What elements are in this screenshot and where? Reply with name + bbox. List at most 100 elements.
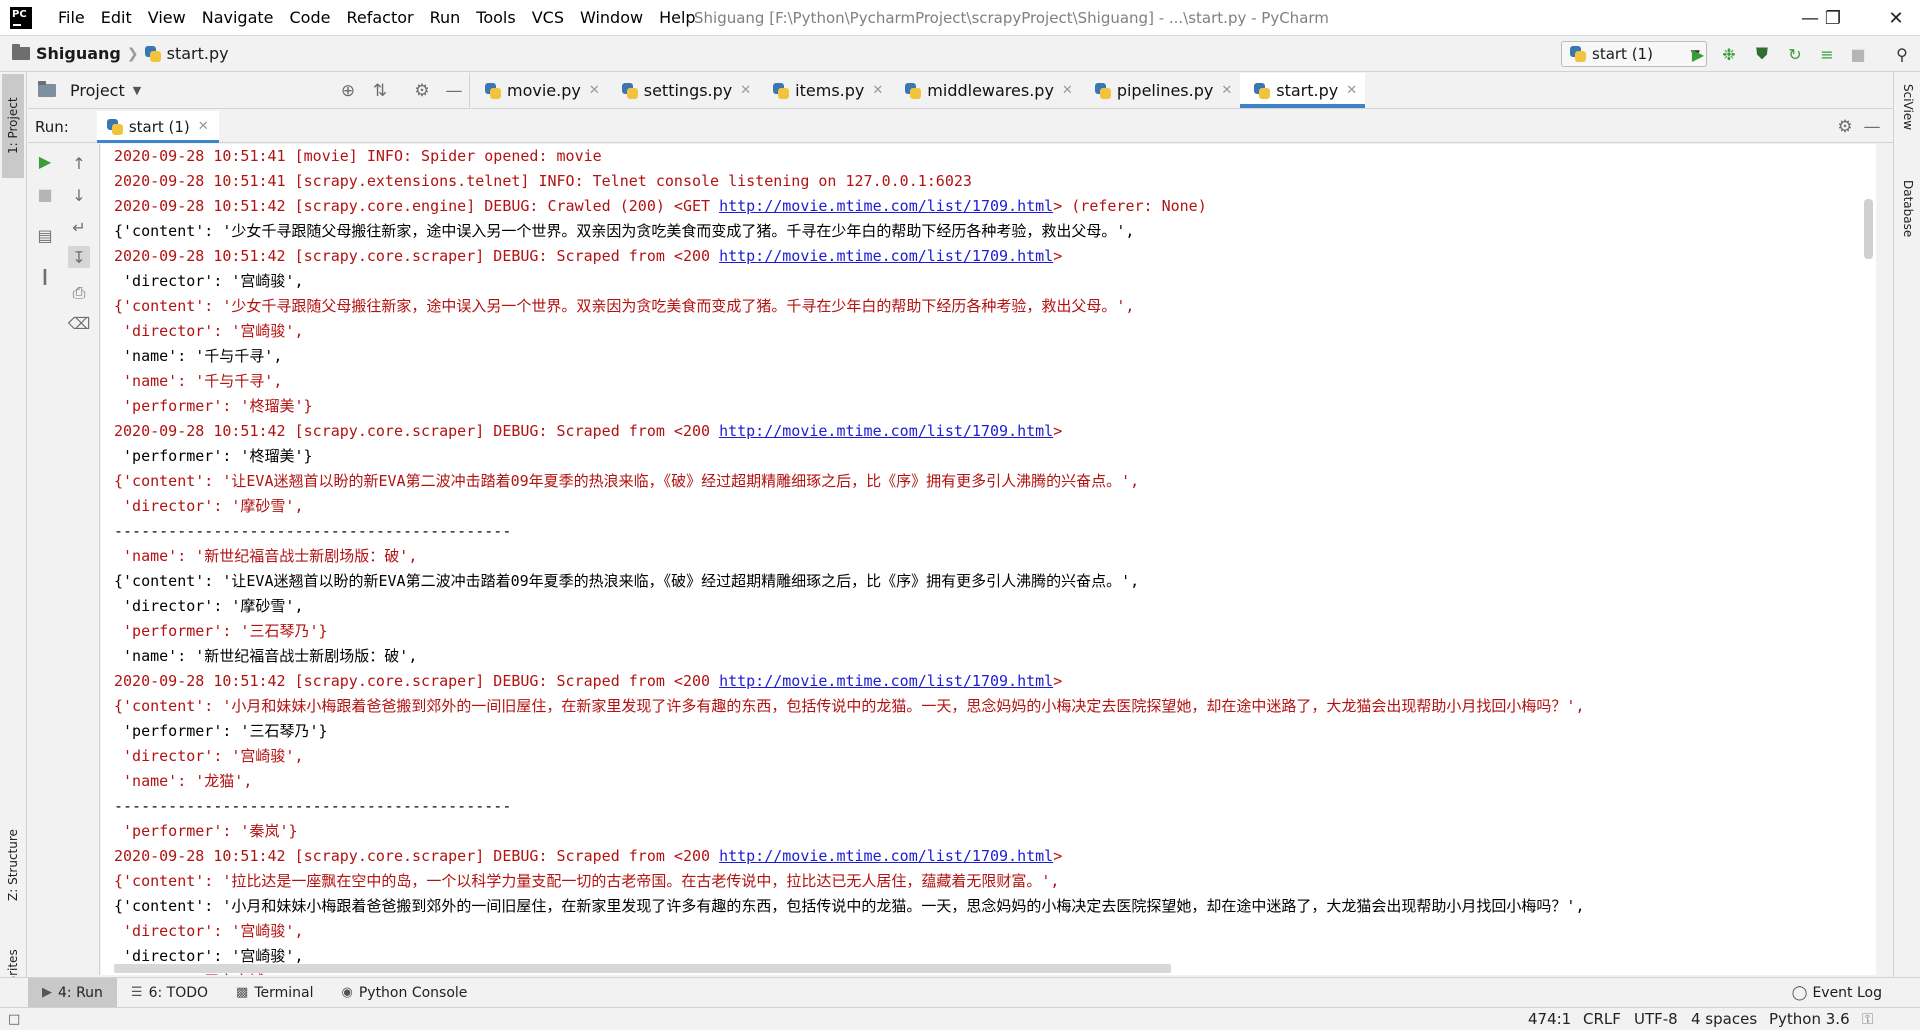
python-file-icon: [1094, 82, 1111, 99]
play-icon: ▶: [42, 985, 52, 1000]
hide-icon[interactable]: —: [1862, 117, 1882, 137]
tab-pipelines-py[interactable]: pipelines.py ✕: [1081, 73, 1240, 108]
menu-run[interactable]: Run: [422, 0, 469, 36]
bottom-tab-run[interactable]: ▶ 4: Run: [28, 977, 117, 1008]
python-interpreter[interactable]: Python 3.6: [1769, 1008, 1850, 1030]
rerun-icon[interactable]: ▶: [34, 150, 56, 172]
up-arrow-icon[interactable]: ↑: [68, 152, 90, 174]
console-line-text: > (referer: None): [1053, 197, 1207, 215]
close-tab-icon[interactable]: ✕: [1062, 83, 1073, 98]
tab-movie-py[interactable]: movie.py ✕: [471, 73, 608, 108]
locate-icon[interactable]: ⊕: [338, 81, 358, 101]
console-link[interactable]: http://movie.mtime.com/list/1709.html: [719, 672, 1053, 690]
vertical-scrollbar[interactable]: [1864, 199, 1873, 259]
console-link[interactable]: http://movie.mtime.com/list/1709.html: [719, 197, 1053, 215]
run-panel-header: Run: start (1) ✕ ⚙ —: [28, 110, 1893, 143]
toggle-tool-windows-icon[interactable]: □: [8, 1008, 20, 1030]
project-view-select[interactable]: Project: [70, 81, 125, 100]
horizontal-scrollbar[interactable]: [114, 964, 1171, 973]
run-configuration-select[interactable]: start (1) ▼: [1561, 41, 1707, 67]
restore-layout-icon[interactable]: ▤: [34, 224, 56, 246]
breadcrumb-project[interactable]: Shiguang: [0, 44, 121, 63]
coverage-icon[interactable]: ⛊: [1751, 43, 1773, 65]
collapse-all-icon[interactable]: ⇅: [370, 81, 390, 101]
file-encoding[interactable]: UTF-8: [1634, 1008, 1678, 1030]
menu-vcs[interactable]: VCS: [524, 0, 572, 36]
menu-view[interactable]: View: [140, 0, 194, 36]
restore-icon[interactable]: ❐: [1810, 0, 1856, 36]
bottom-tab-python-console[interactable]: ◉ Python Console: [328, 978, 482, 1008]
profile-icon[interactable]: ↻: [1784, 43, 1806, 65]
menu-code[interactable]: Code: [282, 0, 339, 36]
pin-icon[interactable]: ❙: [34, 264, 56, 286]
gear-icon[interactable]: ⚙: [1835, 117, 1855, 137]
tab-start-py[interactable]: start.py ✕: [1240, 73, 1366, 108]
tool-tab-project[interactable]: 1: Project: [2, 74, 24, 178]
trash-icon[interactable]: ⌫: [68, 312, 91, 334]
tab-label: middlewares.py: [927, 81, 1054, 100]
down-arrow-icon[interactable]: ↓: [68, 184, 90, 206]
menu-refactor[interactable]: Refactor: [338, 0, 421, 36]
console-line: {'content': '小月和妹妹小梅跟着爸爸搬到郊外的一间旧屋住，在新家里发…: [114, 697, 1585, 715]
event-log-tab[interactable]: ◯ Event Log: [1792, 978, 1882, 1008]
hide-icon[interactable]: —: [444, 81, 464, 101]
bottom-tool-tabs: ▶ 4: Run ☰ 6: TODO ▩ Terminal ◉ Python C…: [0, 977, 1920, 1008]
gear-icon[interactable]: ⚙: [412, 81, 432, 101]
soft-wrap-icon[interactable]: ↵: [68, 216, 90, 238]
close-tab-icon[interactable]: ✕: [1221, 83, 1232, 98]
window-title: Shiguang [F:\Python\PycharmProject\scrap…: [694, 9, 1329, 27]
scroll-to-end-icon[interactable]: ↧: [68, 246, 90, 268]
run-icon[interactable]: ▶: [1687, 43, 1709, 65]
search-icon[interactable]: ⚲: [1891, 43, 1913, 65]
close-tab-icon[interactable]: ✕: [872, 83, 883, 98]
indent-setting[interactable]: 4 spaces: [1691, 1008, 1757, 1030]
run-tab-start[interactable]: start (1) ✕: [96, 110, 219, 143]
tool-tab-sciview[interactable]: SciView: [1898, 84, 1918, 164]
console-line-text: 2020-09-28 10:51:42 [scrapy.core.engine]…: [114, 197, 720, 215]
tab-middlewares-py[interactable]: middlewares.py ✕: [891, 73, 1081, 108]
bottom-tab-terminal[interactable]: ▩ Terminal: [222, 978, 327, 1008]
bottom-tab-todo[interactable]: ☰ 6: TODO: [117, 978, 222, 1008]
tool-tab-structure-label: Z: Structure: [6, 829, 20, 901]
pycharm-logo-icon: PC: [10, 6, 32, 29]
print-icon[interactable]: ⎙: [68, 282, 90, 304]
breadcrumb-file[interactable]: start.py: [144, 44, 229, 63]
console-link[interactable]: http://movie.mtime.com/list/1709.html: [719, 247, 1053, 265]
console-link[interactable]: http://movie.mtime.com/list/1709.html: [719, 422, 1053, 440]
caret-position[interactable]: 474:1: [1528, 1008, 1571, 1030]
run-configuration-label: start (1): [1592, 45, 1653, 63]
close-tab-icon[interactable]: ✕: [198, 119, 209, 134]
run-console[interactable]: 2020-09-28 10:51:41 [movie] INFO: Spider…: [101, 144, 1876, 975]
console-link[interactable]: http://movie.mtime.com/list/1709.html: [719, 847, 1053, 865]
tab-items-py[interactable]: items.py ✕: [759, 73, 891, 108]
navigation-bar: Shiguang ❯ start.py start (1) ▼ ▶ ❉ ⛊ ↻ …: [0, 36, 1920, 72]
chevron-down-icon[interactable]: ▼: [133, 84, 141, 97]
tab-settings-py[interactable]: settings.py ✕: [608, 73, 759, 108]
console-line-text: 2020-09-28 10:51:42 [scrapy.core.scraper…: [114, 847, 720, 865]
debug-icon[interactable]: ❉: [1718, 43, 1740, 65]
stop-icon[interactable]: ■: [34, 183, 56, 205]
stop-icon[interactable]: ■: [1847, 43, 1869, 65]
menu-navigate[interactable]: Navigate: [194, 0, 282, 36]
tool-tab-database[interactable]: Database: [1898, 180, 1918, 280]
console-line-text: 2020-09-28 10:51:42 [scrapy.core.scraper…: [114, 422, 720, 440]
close-tab-icon[interactable]: ✕: [740, 83, 751, 98]
tab-label: items.py: [795, 81, 865, 100]
lock-icon[interactable]: ⚿: [1862, 1008, 1873, 1030]
menu-edit[interactable]: Edit: [93, 0, 140, 36]
menu-tools[interactable]: Tools: [468, 0, 523, 36]
console-line: {'content': '拉比达是一座飘在空中的岛，一个以科学力量支配一切的古老…: [114, 872, 1060, 890]
close-tab-icon[interactable]: ✕: [1346, 83, 1357, 98]
python-file-icon: [485, 82, 501, 99]
tool-tab-structure[interactable]: Z: Structure: [2, 812, 24, 918]
console-line-text: 2020-09-28 10:51:42 [scrapy.core.scraper…: [114, 672, 720, 690]
close-icon[interactable]: ✕: [1873, 0, 1919, 36]
close-tab-icon[interactable]: ✕: [589, 83, 600, 98]
console-line: {'content': '小月和妹妹小梅跟着爸爸搬到郊外的一间旧屋住，在新家里发…: [114, 897, 1585, 915]
python-file-icon: [773, 82, 790, 99]
menu-window[interactable]: Window: [572, 0, 651, 36]
event-log-label: Event Log: [1812, 985, 1882, 1001]
line-separator[interactable]: CRLF: [1583, 1008, 1621, 1030]
concurrency-icon[interactable]: ≡: [1816, 43, 1838, 65]
menu-file[interactable]: File: [50, 0, 93, 36]
